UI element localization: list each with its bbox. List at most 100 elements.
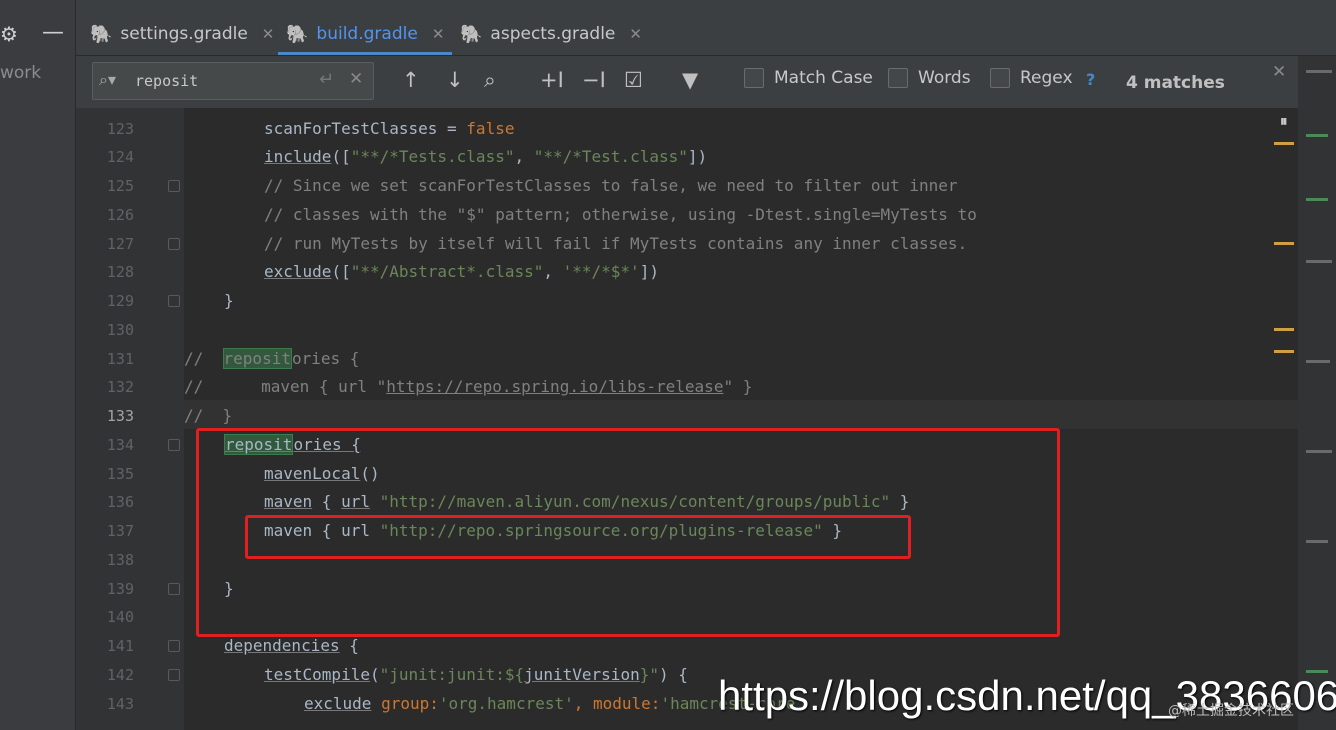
close-icon[interactable]: ✕ (629, 25, 642, 43)
gradle-elephant-icon: 🐘 (460, 23, 483, 45)
code-marker (1306, 70, 1332, 73)
clear-icon[interactable]: ✕ (349, 69, 363, 89)
pause-icon[interactable]: ⏸ (1280, 112, 1288, 130)
gear-icon[interactable]: ⚙ (0, 22, 22, 46)
search-match: reposit (222, 348, 292, 369)
line-number: 143 (106, 695, 134, 713)
previous-occurrence-icon[interactable]: ↑ (402, 68, 420, 92)
fold-marker[interactable] (168, 180, 180, 192)
search-match-marker[interactable] (1274, 328, 1294, 331)
words-checkbox[interactable]: Words (888, 68, 971, 88)
tab-aspects-gradle[interactable]: 🐘 aspects.gradle ✕ (460, 14, 642, 54)
line-number: 137 (106, 522, 134, 540)
comment-text: // maven { url " (184, 377, 387, 396)
method-call: testCompile (264, 665, 370, 684)
code-text: , (543, 262, 563, 281)
remove-occurrence-icon[interactable]: −Ι (582, 68, 606, 92)
code-marker (1306, 134, 1328, 137)
string-literal: "**/*Tests.class" (350, 147, 515, 166)
code-line-126: // classes with the "$" pattern; otherwi… (264, 205, 977, 224)
line-number: 130 (106, 321, 134, 339)
search-match-marker[interactable] (1274, 142, 1294, 145)
code-line-124: include(["**/*Tests.class", "**/*Test.cl… (264, 142, 1298, 171)
match-case-label: Match Case (774, 68, 873, 88)
error-stripe[interactable] (1274, 0, 1336, 730)
code-line-132: // maven { url "https://repo.spring.io/l… (184, 372, 1284, 401)
fold-marker[interactable] (168, 238, 180, 250)
close-icon[interactable]: ✕ (262, 25, 275, 43)
new-line-icon[interactable]: ↵ (319, 69, 334, 90)
comment-text: // (184, 349, 223, 368)
fold-marker[interactable] (168, 669, 180, 681)
named-arg: group: (371, 694, 439, 713)
line-number: 126 (106, 206, 134, 224)
add-occurrence-icon[interactable]: +Ι (540, 68, 564, 92)
fold-marker[interactable] (168, 583, 180, 595)
search-match-marker[interactable] (1274, 242, 1294, 245)
code-text: ) { (658, 665, 688, 684)
checkbox-box[interactable] (888, 68, 908, 88)
fold-marker[interactable] (168, 640, 180, 652)
filter-icon[interactable]: ▼ (682, 68, 698, 92)
find-bar: ⌕▾ ↵ ✕ ↑ ↓ ⌕ +Ι −Ι ☑ ▼ Match Case Words … (76, 56, 1298, 109)
string-literal: "junit:junit:${ (379, 665, 525, 684)
code-text: ]) (687, 147, 708, 166)
find-all-icon[interactable]: ⌕ (484, 68, 496, 93)
line-number: 128 (106, 263, 134, 281)
tab-label: build.gradle (316, 24, 418, 44)
code-text: { (339, 636, 359, 655)
line-number: 141 (106, 637, 134, 655)
code-text: ]) (639, 262, 659, 281)
fold-marker[interactable] (168, 439, 180, 451)
string-literal: "**/*Test.class" (533, 147, 688, 166)
string-literal: "**/Abstract*.class" (350, 262, 544, 281)
close-icon[interactable]: ✕ (432, 25, 445, 43)
platform-watermark: @稀土掘金技术社区 (1168, 703, 1294, 719)
search-input[interactable] (133, 70, 307, 92)
url-link[interactable]: https://repo.spring.io/libs-release (386, 377, 723, 396)
code-text: ([ (331, 262, 351, 281)
named-arg: , module: (573, 694, 661, 713)
gradle-elephant-icon: 🐘 (90, 23, 113, 45)
code-text: ([ (331, 147, 351, 166)
close-find-icon[interactable]: ✕ (1272, 62, 1286, 82)
line-number: 139 (106, 580, 134, 598)
search-history-icon[interactable]: ⌕▾ (99, 70, 116, 90)
code-text: ( (369, 665, 380, 684)
line-number: 134 (106, 436, 134, 454)
line-number: 140 (106, 608, 134, 626)
checkbox-box[interactable] (744, 68, 764, 88)
match-case-checkbox[interactable]: Match Case (744, 68, 873, 88)
minimize-icon[interactable]: — (42, 20, 64, 45)
match-count: 4 matches (1126, 73, 1225, 93)
line-number: 123 (106, 120, 134, 138)
words-label: Words (918, 68, 971, 88)
regex-checkbox[interactable]: Regex (990, 68, 1073, 88)
next-occurrence-icon[interactable]: ↓ (446, 68, 464, 92)
code-marker (1306, 198, 1328, 201)
tab-label: settings.gradle (120, 24, 248, 44)
tab-label: aspects.gradle (490, 24, 616, 44)
search-match-marker[interactable] (1274, 350, 1294, 353)
tab-settings-gradle[interactable]: 🐘 settings.gradle ✕ (90, 14, 274, 54)
regex-help-icon[interactable]: ? (1086, 70, 1095, 89)
string-literal: 'org.hamcrest' (438, 694, 574, 713)
method-call: include (264, 147, 332, 166)
string-literal: '**/*$*' (562, 262, 640, 281)
select-all-occurrences-icon[interactable]: ☑ (624, 68, 643, 92)
code-line-128: exclude(["**/Abstract*.class", '**/*$*']… (264, 257, 1298, 286)
method-call: exclude (304, 694, 372, 713)
line-number: 125 (106, 177, 134, 195)
tab-build-gradle[interactable]: 🐘 build.gradle ✕ (277, 14, 453, 55)
fold-marker[interactable] (168, 295, 180, 307)
line-number: 131 (106, 350, 134, 368)
project-panel-label[interactable]: work (0, 63, 41, 83)
string-literal: }" (639, 665, 659, 684)
checkbox-box[interactable] (990, 68, 1010, 88)
line-number: 132 (106, 378, 134, 396)
line-number: 136 (106, 493, 134, 511)
keyword: false (466, 119, 515, 138)
code-line-129: } (224, 291, 234, 310)
line-number: 124 (106, 148, 134, 166)
code-text: , (514, 147, 534, 166)
